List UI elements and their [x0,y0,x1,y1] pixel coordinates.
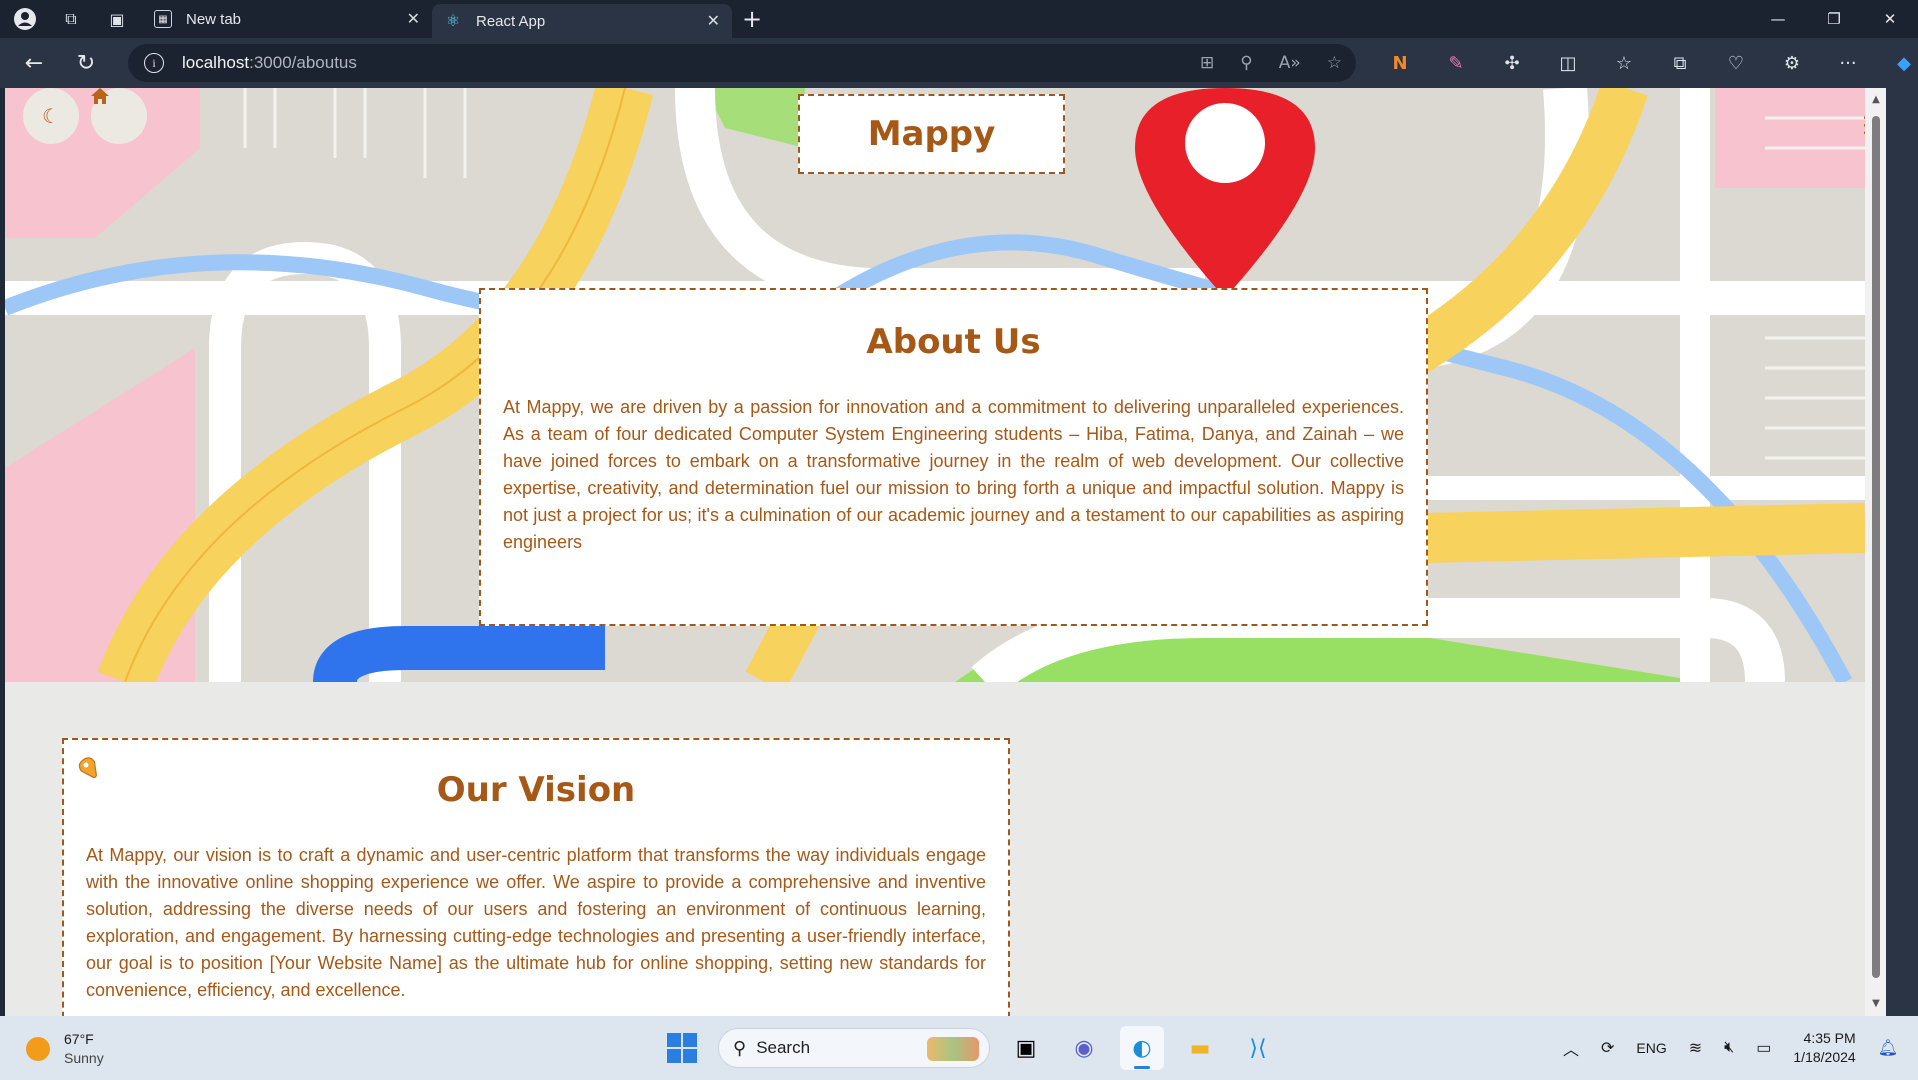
taskbar-apps: ⚲ Search ▣ ◉ ◐ ▬ ⟩⟨ [660,1024,1280,1072]
scroll-up-icon[interactable]: ▲ [1869,94,1883,108]
location-tag-icon [78,757,97,779]
vscode-icon[interactable]: ⟩⟨ [1236,1026,1280,1070]
extension-toolbar: N ✎ ✣ ◫ ☆ ⧉ ♡ ⚙ ··· ◆ [1372,38,1918,88]
copilot-icon[interactable]: ◆ [1876,38,1918,88]
tab-label: New tab [186,10,242,28]
home-button[interactable] [91,88,147,144]
search-highlight-image [927,1037,979,1061]
restore-icon[interactable]: ❐ [1806,0,1862,38]
sun-icon [26,1037,50,1061]
site-logo[interactable]: Mappy [798,94,1065,174]
wifi-icon[interactable]: ≋ [1689,1038,1702,1058]
app-available-icon[interactable]: ⊞ [1200,53,1214,73]
weather-condition: Sunny [64,1050,104,1066]
teams-chat-icon[interactable]: ◉ [1062,1026,1106,1070]
address-bar[interactable]: i localhost:3000/aboutus ⊞ ⚲ A» ☆ [128,44,1356,82]
page-viewport: ☾ ☰ Mappy About Us At Mappy, we are driv… [5,88,1865,1016]
browser-tab-strip: ⧉ ▣ ▦ New tab ✕ ⚛ React App ✕ + — ❐ ✕ [0,0,1918,38]
notification-bell-icon[interactable]: 🔔︎ [1878,1038,1898,1058]
search-label: Search [756,1038,811,1057]
favorite-star-icon[interactable]: ☆ [1327,53,1342,73]
extension-pen-icon[interactable]: ✎ [1428,38,1484,88]
read-aloud-icon[interactable]: A» [1279,53,1301,73]
edge-browser-icon[interactable]: ◐ [1120,1026,1164,1070]
file-explorer-icon[interactable]: ▬ [1178,1026,1222,1070]
back-icon[interactable]: ← [8,38,60,88]
windows-start-icon[interactable] [660,1026,704,1070]
language-indicator[interactable]: ENG [1636,1040,1666,1056]
tab-new-tab[interactable]: ▦ New tab ✕ [142,0,432,38]
react-favicon-icon: ⚛ [445,13,461,30]
page-scrollbar[interactable]: ▲ ▼ [1865,88,1886,1016]
search-icon: ⚲ [733,1037,747,1058]
new-tab-favicon-icon: ▦ [154,10,172,28]
our-vision-card: Our Vision At Mappy, our vision is to cr… [62,738,1010,1016]
home-icon [91,88,109,104]
logo-text: Mappy [867,114,996,154]
more-options-icon[interactable]: ··· [1820,38,1876,88]
tab-actions-icon[interactable]: ▣ [100,0,134,38]
minimize-icon[interactable]: — [1750,0,1806,38]
scrollbar-thumb[interactable] [1872,116,1880,978]
about-us-text: At Mappy, we are driven by a passion for… [503,397,1404,552]
clock-time: 4:35 PM [1803,1030,1856,1046]
url-text: localhost:3000/aboutus [182,53,357,72]
map-hero-banner: ☾ ☰ Mappy About Us At Mappy, we are driv… [5,88,1865,682]
collections-icon[interactable]: ⧉ [1652,38,1708,88]
clock-date: 1/18/2024 [1793,1049,1856,1065]
favorites-icon[interactable]: ☆ [1596,38,1652,88]
browser-essentials-icon[interactable]: ♡ [1708,38,1764,88]
taskbar-search[interactable]: ⚲ Search [718,1028,990,1068]
browser-sidebar-frame [1886,88,1918,1016]
close-tab-icon[interactable]: ✕ [707,11,720,31]
windows-taskbar: 67°F Sunny ⚲ Search ▣ ◉ ◐ ▬ ⟩⟨ ︿ ⟳ ENG ≋… [0,1016,1918,1080]
extensions-puzzle-icon[interactable]: ✣ [1484,38,1540,88]
weather-widget[interactable]: 67°F Sunny [26,1030,104,1068]
scroll-down-icon[interactable]: ▼ [1869,998,1883,1012]
weather-temp: 67°F [64,1031,94,1047]
about-us-title: About Us [866,322,1041,362]
theme-toggle-button[interactable]: ☾ [23,88,79,144]
about-us-card: About Us At Mappy, we are driven by a pa… [479,288,1428,626]
profile-icon[interactable] [8,0,42,38]
close-tab-icon[interactable]: ✕ [407,9,420,29]
moon-icon: ☾ [42,104,60,128]
workspaces-icon[interactable]: ⧉ [54,0,88,38]
close-window-icon[interactable]: ✕ [1862,0,1918,38]
split-screen-icon[interactable]: ◫ [1540,38,1596,88]
site-info-icon[interactable]: i [144,53,164,73]
extension-n-icon[interactable]: N [1372,38,1428,88]
sync-icon[interactable]: ⟳ [1601,1038,1614,1058]
our-vision-text: At Mappy, our vision is to craft a dynam… [86,845,986,1000]
refresh-icon[interactable]: ↻ [60,38,112,88]
chevron-up-icon[interactable]: ︿ [1563,1036,1579,1060]
task-view-icon[interactable]: ▣ [1004,1026,1048,1070]
tab-label: React App [476,12,546,30]
battery-icon[interactable]: ▭ [1756,1038,1771,1058]
our-vision-title: Our Vision [436,770,636,810]
copilot-share-icon[interactable]: ⚙ [1764,38,1820,88]
volume-muted-icon[interactable]: 🔇︎ [1724,1039,1734,1057]
tab-react-app[interactable]: ⚛ React App ✕ [432,4,732,38]
zoom-icon[interactable]: ⚲ [1240,53,1252,73]
browser-toolbar: ← ↻ i localhost:3000/aboutus ⊞ ⚲ A» ☆ N … [0,38,1918,88]
new-tab-button[interactable]: + [732,0,772,38]
omnibox-actions: ⊞ ⚲ A» ☆ [1200,44,1342,82]
system-tray: ︿ ⟳ ENG ≋ 🔇︎ ▭ 4:35 PM 1/18/2024 🔔︎ [1563,1024,1898,1072]
clock[interactable]: 4:35 PM 1/18/2024 [1793,1029,1855,1067]
window-controls: — ❐ ✕ [1750,0,1918,38]
